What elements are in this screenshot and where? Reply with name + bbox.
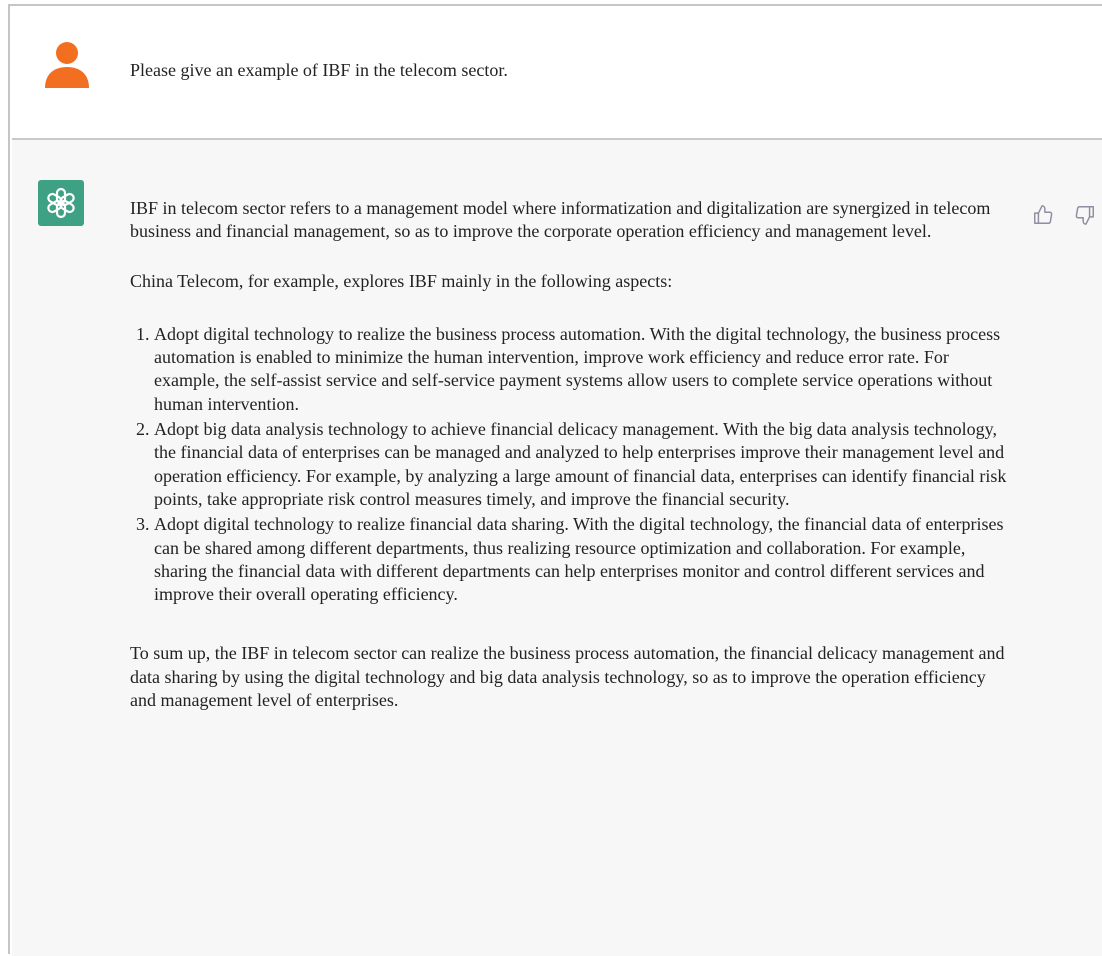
assistant-message-content: IBF in telecom sector refers to a manage… [130,197,1010,712]
user-message-text: Please give an example of IBF in the tel… [130,60,508,80]
assistant-intro-paragraph: IBF in telecom sector refers to a manage… [130,198,991,242]
chat-frame: Please give an example of IBF in the tel… [8,4,1102,956]
list-item: Adopt digital technology to realize fina… [154,513,1010,606]
openai-logo-icon [38,180,84,226]
person-icon [42,40,92,90]
user-message-row: Please give an example of IBF in the tel… [12,6,1102,140]
list-item: Adopt big data analysis technology to ac… [154,418,1010,511]
aspects-list: Adopt digital technology to realize the … [130,323,1010,607]
thumbs-up-icon[interactable] [1028,200,1058,230]
assistant-summary-paragraph: To sum up, the IBF in telecom sector can… [130,643,1005,711]
list-item: Adopt digital technology to realize the … [154,323,1010,416]
thumbs-down-icon[interactable] [1070,200,1100,230]
assistant-message-row: IBF in telecom sector refers to a manage… [12,140,1102,956]
assistant-lead-paragraph: China Telecom, for example, explores IBF… [130,270,673,291]
